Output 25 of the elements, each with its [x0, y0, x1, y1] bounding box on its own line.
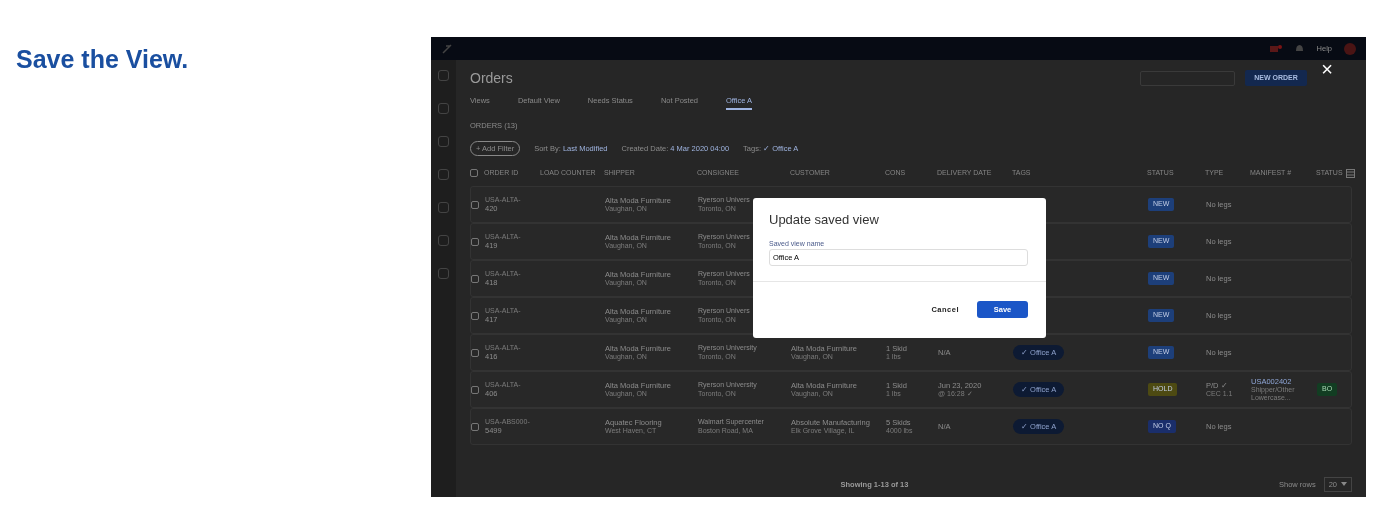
checkbox[interactable]: [470, 169, 478, 177]
menu-icon[interactable]: [438, 103, 449, 114]
checkbox[interactable]: [471, 200, 479, 209]
menu-icon[interactable]: [438, 202, 449, 213]
menu-icon[interactable]: [438, 136, 449, 147]
menu-icon[interactable]: [438, 169, 449, 180]
dialog-title: Update saved view: [768, 211, 880, 228]
checkbox[interactable]: [471, 348, 479, 357]
avatar-icon[interactable]: [1344, 42, 1356, 55]
truck-icon[interactable]: [1269, 43, 1282, 54]
slide-heading: Save the View.: [16, 44, 190, 74]
checkbox[interactable]: [471, 311, 479, 320]
columns-icon[interactable]: [1346, 168, 1355, 178]
close-button[interactable]: ×: [1321, 59, 1333, 79]
checkbox[interactable]: [471, 274, 479, 283]
menu-icon[interactable]: [438, 70, 449, 81]
bell-icon[interactable]: [1293, 43, 1305, 54]
menu-icon[interactable]: [438, 235, 449, 246]
checkbox[interactable]: [471, 385, 479, 394]
checkbox[interactable]: [471, 237, 479, 246]
page-title: Orders: [470, 69, 513, 87]
checkbox[interactable]: [471, 422, 479, 431]
caret-icon: [1341, 482, 1347, 486]
menu-icon[interactable]: [438, 268, 449, 279]
logo-icon[interactable]: [441, 42, 453, 55]
